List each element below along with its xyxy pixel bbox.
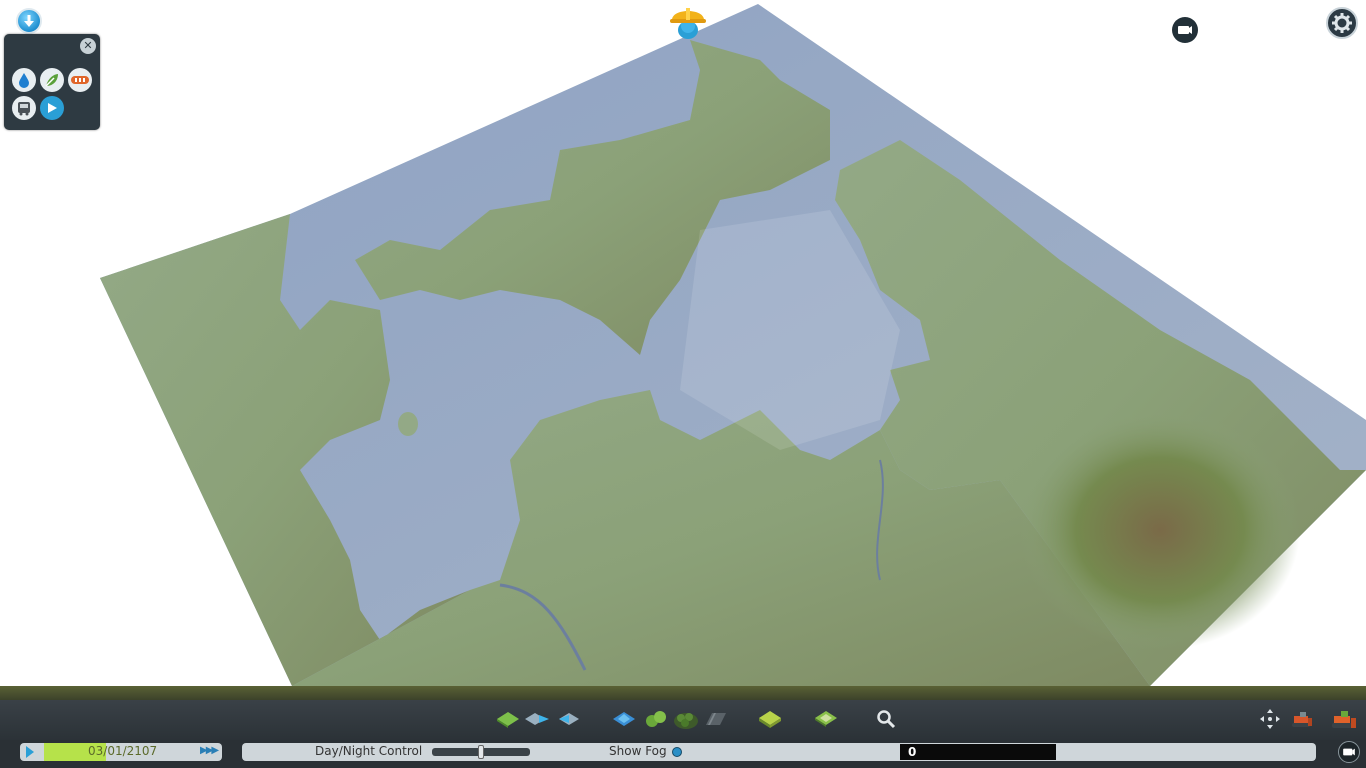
camera-mode-button[interactable]: [1172, 17, 1198, 43]
trees-icon[interactable]: [642, 706, 670, 732]
day-night-slider-thumb[interactable]: [478, 745, 484, 759]
value-input[interactable]: 0: [900, 744, 1056, 760]
settings-button[interactable]: [1326, 7, 1358, 39]
water-shift-icon[interactable]: [524, 706, 552, 732]
toolbar-top-strip: [0, 686, 1366, 700]
day-night-slider[interactable]: [432, 745, 530, 759]
arrow-direction-icon[interactable]: [40, 96, 64, 120]
info-icon: [24, 15, 34, 27]
speed-fast-forward-icon[interactable]: ▶▶▶: [200, 745, 219, 756]
land-square-icon[interactable]: [756, 706, 784, 732]
show-fog-toggle[interactable]: [672, 747, 682, 757]
day-night-label: Day/Night Control: [315, 744, 423, 758]
water-source-icon[interactable]: [610, 706, 638, 732]
play-icon[interactable]: [26, 746, 34, 758]
gear-icon: [1332, 13, 1352, 33]
land-dots-icon[interactable]: [812, 706, 840, 732]
terrain-level-icon[interactable]: [494, 706, 522, 732]
chirper-hardhat-icon[interactable]: [666, 0, 710, 44]
date-display: 03/01/2107: [88, 744, 158, 758]
water-shift-alt-icon[interactable]: [556, 706, 584, 732]
environment-control-bar: Day/Night Control Show Fog 0: [242, 743, 1316, 761]
info-views-panel: ✕: [4, 34, 100, 130]
camera-icon: [1343, 748, 1355, 756]
info-views-button[interactable]: [16, 8, 42, 34]
time-control: 03/01/2107 ▶▶▶: [20, 743, 222, 761]
free-camera-button[interactable]: [1338, 741, 1360, 763]
terrain-map[interactable]: [0, 0, 1366, 686]
bulldozer-icon[interactable]: [1288, 706, 1316, 732]
small-island: [398, 412, 418, 436]
bulldozer-active-icon[interactable]: [1330, 706, 1358, 732]
mountain-range: [1020, 410, 1300, 650]
water-drop-icon[interactable]: [12, 68, 36, 92]
close-icon[interactable]: ✕: [80, 38, 96, 54]
map-viewport[interactable]: [0, 0, 1366, 686]
road-traffic-icon[interactable]: [68, 68, 92, 92]
show-fog-label: Show Fog: [609, 744, 667, 758]
move-arrows-icon[interactable]: [1256, 706, 1284, 732]
camera-icon: [1178, 26, 1192, 34]
bus-transport-icon[interactable]: [12, 96, 36, 120]
magnifier-icon[interactable]: [872, 706, 900, 732]
road-shape-icon[interactable]: [702, 706, 730, 732]
forest-brush-icon[interactable]: [672, 706, 700, 732]
leaf-pollution-icon[interactable]: [40, 68, 64, 92]
